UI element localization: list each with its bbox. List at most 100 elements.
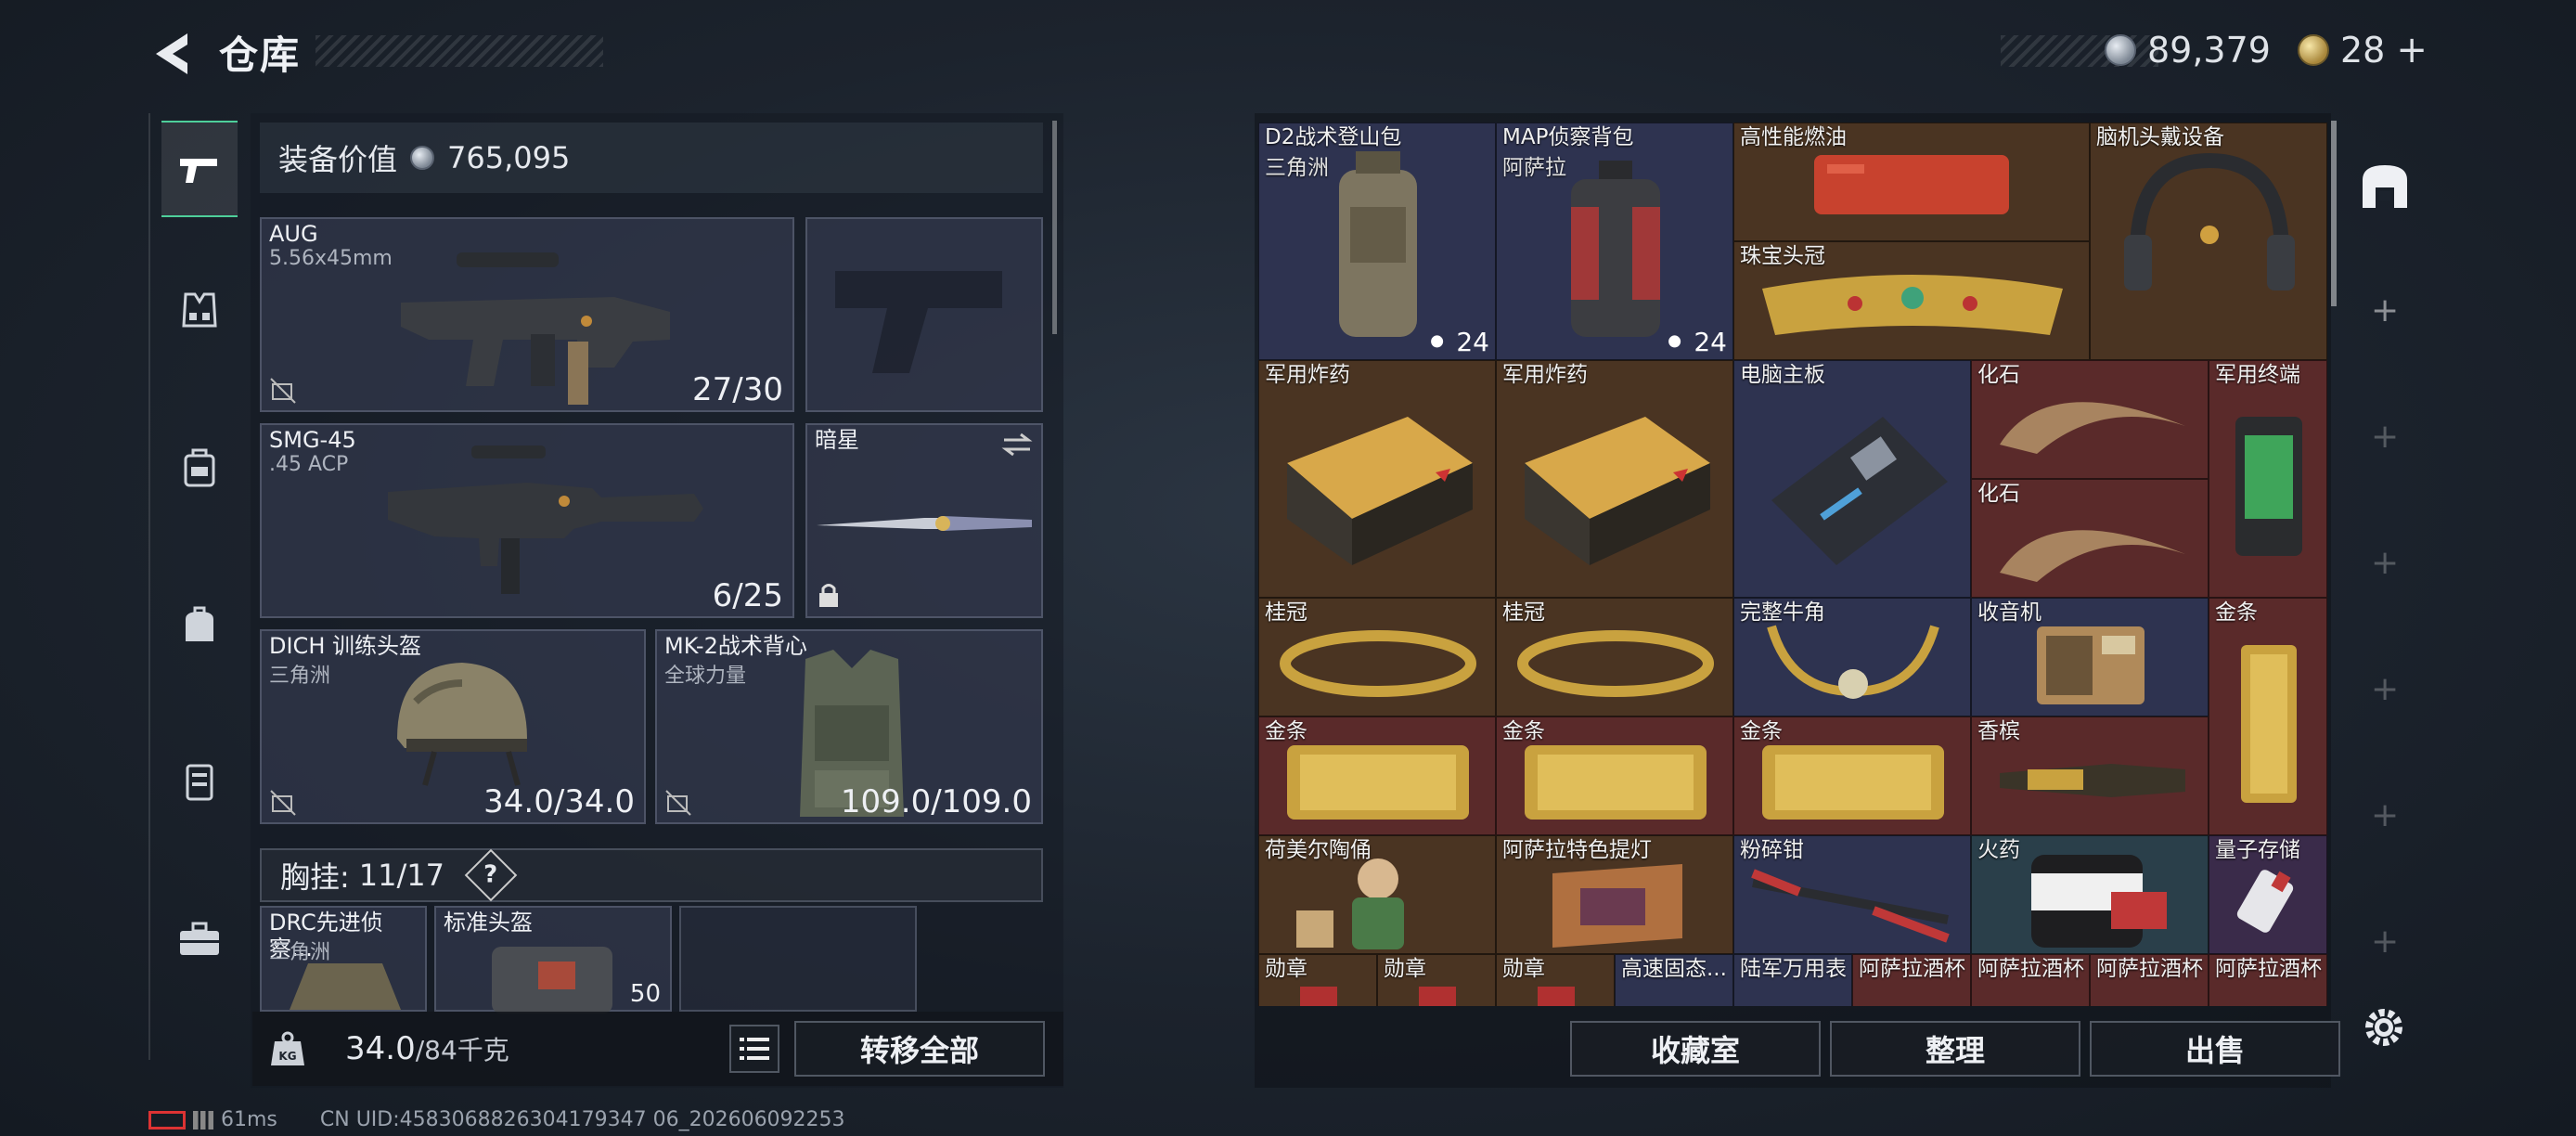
stash-item[interactable]: 金条 — [1496, 716, 1733, 835]
stash-item[interactable]: 金条 — [2209, 598, 2327, 835]
chest-rig-bar[interactable]: 胸挂: 11/17 ? — [260, 848, 1043, 902]
medal-image — [1419, 987, 1456, 1006]
chest-rig-item[interactable]: 标准头盔 50 — [434, 906, 672, 1013]
medal-image — [1538, 987, 1575, 1006]
smg-image — [388, 445, 703, 594]
terminal-image — [2235, 417, 2302, 556]
stash-item[interactable]: MAP侦察背包 阿萨拉 ⚫ 24 — [1496, 123, 1733, 360]
stash-item[interactable]: 桂冠 — [1258, 598, 1496, 716]
stash-scrollbar[interactable] — [2331, 121, 2337, 306]
nav-toolbox[interactable] — [161, 891, 238, 988]
pistol-icon — [180, 159, 217, 183]
stash-item[interactable]: 勋章 — [1258, 954, 1377, 1006]
stash-item[interactable]: 珠宝头冠 — [1733, 241, 2090, 360]
stash-item[interactable]: 勋章 — [1496, 954, 1615, 1006]
nav-backpack[interactable] — [161, 420, 238, 516]
nav-container[interactable] — [161, 733, 238, 830]
organize-button[interactable]: 整理 — [1830, 1021, 2080, 1077]
stash-item[interactable]: 金条 — [1733, 716, 1971, 835]
add-tab-button[interactable]: + — [2371, 923, 2399, 961]
no-drop-icon — [270, 790, 296, 816]
armor-slot[interactable]: MK-2战术背心 全球力量 109.0/109.0 — [655, 629, 1043, 824]
headset-image — [2124, 152, 2295, 290]
backpack-icon — [184, 448, 215, 487]
medal-image — [1300, 987, 1337, 1006]
status-line: 61ms CN UID:4583068826304179347 06_20260… — [148, 1108, 845, 1131]
ticket-balance[interactable]: 28 + — [2298, 26, 2428, 74]
chest-rig-empty-slot[interactable] — [679, 906, 917, 1012]
transfer-all-button[interactable]: 转移全部 — [794, 1021, 1045, 1077]
stash-item[interactable]: 化石 — [1971, 360, 2209, 479]
motherboard-image — [1771, 417, 1948, 565]
swap-icon[interactable] — [1000, 431, 1034, 458]
stash-item[interactable]: 高性能燃油 — [1733, 123, 2090, 241]
coin-balance: 89,379 — [2105, 26, 2271, 74]
weight-icon: ⚫ — [1425, 327, 1449, 357]
stash-item[interactable]: 陆军万用表 — [1733, 954, 1852, 1006]
nav-bag[interactable] — [161, 577, 238, 674]
list-icon — [740, 1038, 769, 1060]
stash-item[interactable]: 金条 — [1258, 716, 1496, 835]
stash-item[interactable]: 粉碎钳 — [1733, 835, 1971, 954]
stash-item[interactable]: 军用炸药 — [1258, 360, 1496, 598]
stash-item[interactable]: 火药 — [1971, 835, 2209, 954]
help-icon[interactable]: ? — [464, 848, 518, 902]
stash-item[interactable]: 化石 — [1971, 479, 2209, 598]
list-view-button[interactable] — [729, 1025, 779, 1073]
stash-item[interactable]: 军用终端 — [2209, 360, 2327, 598]
stash-item[interactable]: 阿萨拉酒杯 — [2209, 954, 2327, 1006]
explosive-crate-image — [1525, 417, 1710, 565]
weight-icon: KG — [271, 1031, 304, 1065]
explosive-crate-image — [1287, 417, 1473, 565]
collection-room-button[interactable]: 收藏室 — [1570, 1021, 1821, 1077]
stash-item[interactable]: 阿萨拉特色提灯 — [1496, 835, 1733, 954]
stash-item[interactable]: D2战术登山包 三角洲 ⚫ 24 — [1258, 123, 1496, 360]
stash-item[interactable]: 荷美尔陶俑 — [1258, 835, 1496, 954]
add-tab-button[interactable]: + — [2371, 796, 2399, 834]
stash-home-icon — [2363, 165, 2407, 208]
chest-rig-item[interactable]: DRC先进侦察... 三角洲 — [260, 906, 427, 1012]
stash-item[interactable]: 高速固态... — [1615, 954, 1733, 1006]
stash-item[interactable]: 阿萨拉酒杯 — [1852, 954, 1971, 1006]
equipment-scrollbar[interactable] — [1052, 121, 1057, 334]
gold-bar-image — [2241, 645, 2297, 803]
sell-button[interactable]: 出售 — [2090, 1021, 2340, 1077]
helmet-slot[interactable]: DICH 训练头盔 三角洲 34.0/34.0 — [260, 629, 646, 824]
stash-tab-main[interactable] — [2351, 150, 2418, 225]
back-arrow-icon[interactable] — [147, 26, 202, 82]
vest-icon — [182, 292, 217, 328]
stash-item[interactable]: 香槟 — [1971, 716, 2209, 835]
add-tab-button[interactable]: + — [2371, 544, 2399, 582]
secondary-weapon-slot[interactable]: SMG-45 .45 ACP 6/25 — [260, 423, 794, 618]
coin-icon — [410, 146, 435, 170]
add-tab-button[interactable]: + — [2371, 670, 2399, 708]
add-ticket-button[interactable]: + — [2396, 29, 2428, 71]
weight-icon: ⚫ — [1663, 327, 1686, 357]
pistol-slot[interactable] — [805, 217, 1043, 412]
nav-weapons[interactable] — [161, 121, 238, 217]
stash-item[interactable]: 电脑主板 — [1733, 360, 1971, 598]
nav-armor[interactable] — [161, 262, 238, 358]
weight-readout: 34.0/84千克 — [345, 1030, 509, 1067]
svg-text:KG: KG — [278, 1050, 296, 1063]
stash-item[interactable]: 阿萨拉酒杯 — [2090, 954, 2209, 1006]
stash-item[interactable]: 完整牛角 — [1733, 598, 1971, 716]
stash-item[interactable]: 收音机 — [1971, 598, 2209, 716]
stash-item[interactable]: 军用炸药 — [1496, 360, 1733, 598]
stash-item[interactable]: 脑机头戴设备 — [2090, 123, 2327, 360]
stash-item[interactable]: 阿萨拉酒杯 — [1971, 954, 2090, 1006]
category-sidebar — [148, 113, 245, 1060]
aug-rifle-image — [401, 252, 670, 405]
helmet-image — [397, 663, 527, 786]
stash-item[interactable]: 勋章 — [1377, 954, 1496, 1006]
stash-item[interactable]: 桂冠 — [1496, 598, 1733, 716]
melee-slot[interactable]: 暗星 — [805, 423, 1043, 618]
add-tab-button[interactable]: + — [2371, 291, 2399, 329]
stash-item[interactable]: 量子存储 — [2209, 835, 2327, 954]
primary-weapon-slot[interactable]: AUG 5.56x45mm 27/30 — [260, 217, 794, 412]
settings-gear-icon[interactable] — [2361, 1004, 2407, 1051]
add-tab-button[interactable]: + — [2371, 418, 2399, 456]
title-hatch-decoration — [316, 35, 603, 67]
equipment-value-bar: 装备价值 765,095 — [260, 123, 1043, 193]
toolbox-icon — [180, 922, 219, 955]
